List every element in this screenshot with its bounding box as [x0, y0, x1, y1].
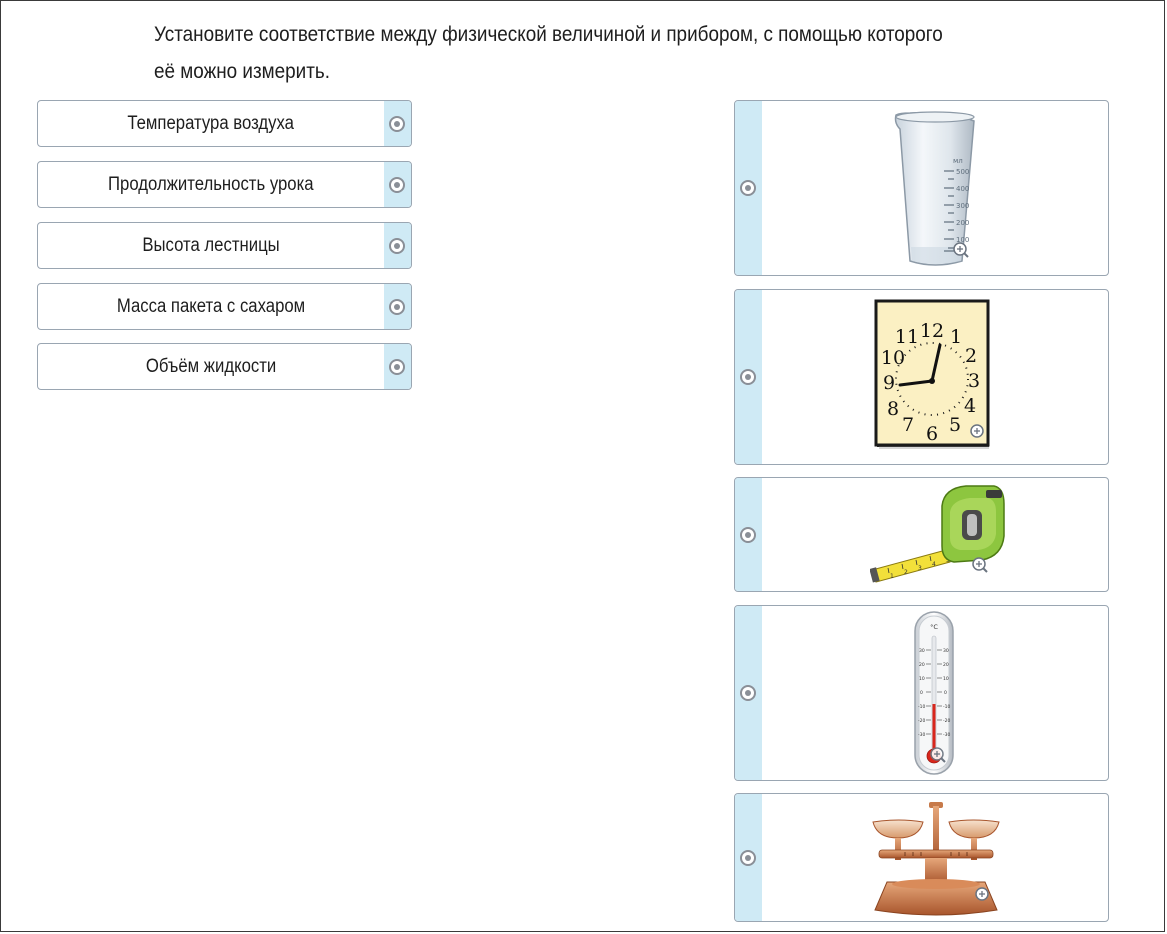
svg-text:20: 20	[919, 662, 925, 668]
svg-text:1: 1	[950, 326, 962, 348]
svg-text:мл: мл	[953, 157, 963, 165]
question-line-2: её можно измерить.	[154, 60, 330, 83]
connector-radio-icon[interactable]	[740, 369, 756, 385]
svg-text:-10: -10	[918, 704, 925, 710]
left-item-label: Высота лестницы	[142, 234, 280, 256]
svg-text:-30: -30	[918, 732, 925, 738]
svg-text:10: 10	[943, 676, 949, 682]
connector-strip	[384, 223, 411, 268]
left-item-label: Температура воздуха	[127, 112, 295, 134]
svg-text:500: 500	[956, 168, 969, 176]
svg-text:20: 20	[943, 662, 949, 668]
balance-scale-icon	[872, 802, 1000, 916]
connector-radio-icon[interactable]	[740, 526, 756, 543]
connector-strip	[735, 794, 762, 921]
svg-text:10: 10	[919, 676, 925, 682]
left-item-label: Продолжительность урока	[108, 173, 314, 195]
svg-text:4: 4	[932, 561, 936, 568]
svg-text:-20: -20	[943, 718, 950, 724]
svg-text:5: 5	[949, 414, 961, 436]
right-item-measuring-cup[interactable]: мл 500 400 300 200 100 50	[734, 100, 1109, 276]
svg-text:9: 9	[883, 372, 895, 394]
thermometer-icon: °C 30 30 20 20 10 10 0 0 -10 -10 -20 -20 -30 -3…	[914, 611, 954, 775]
connector-radio-icon[interactable]	[740, 180, 756, 196]
wall-clock-icon: 12 1 2 3 4 5 6 7 8 9 10 11	[874, 299, 990, 449]
question-text: Установите соответствие между физической…	[154, 16, 946, 90]
svg-text:6: 6	[926, 423, 938, 445]
svg-text:300: 300	[956, 202, 969, 210]
connector-radio-icon[interactable]	[389, 298, 405, 315]
question-line-1: Установите соответствие между физической…	[154, 23, 943, 46]
connector-strip	[384, 284, 411, 329]
tape-measure-icon: 1 2 3 4 5	[870, 485, 1005, 583]
svg-text:400: 400	[956, 185, 969, 193]
right-item-clock[interactable]: 12 1 2 3 4 5 6 7 8 9 10 11	[734, 289, 1109, 465]
right-item-tape-measure[interactable]: 1 2 3 4 5	[734, 477, 1109, 592]
svg-text:8: 8	[887, 398, 899, 420]
svg-text:10: 10	[881, 347, 905, 369]
svg-text:0: 0	[944, 690, 947, 696]
left-item-label: Объём жидкости	[145, 355, 277, 377]
connector-strip	[735, 478, 762, 591]
connector-strip	[735, 290, 762, 464]
left-item-label: Масса пакета с сахаром	[116, 295, 306, 317]
left-item-liquid-volume[interactable]: Объём жидкости	[37, 343, 412, 390]
svg-text:7: 7	[902, 414, 914, 436]
left-item-sugar-mass[interactable]: Масса пакета с сахаром	[37, 283, 412, 330]
connector-strip	[384, 101, 411, 146]
svg-text:-10: -10	[943, 704, 950, 710]
svg-text:30: 30	[943, 648, 949, 654]
svg-text:3: 3	[918, 565, 922, 572]
svg-text:11: 11	[895, 326, 919, 348]
connector-radio-icon[interactable]	[740, 685, 756, 701]
right-item-thermometer[interactable]: °C 30 30 20 20 10 10 0 0 -10 -10 -20 -20 -30 -3…	[734, 605, 1109, 781]
svg-text:30: 30	[919, 648, 925, 654]
svg-text:2: 2	[904, 569, 908, 576]
connector-strip	[735, 606, 762, 780]
zoom-icon	[975, 887, 989, 901]
left-item-lesson-duration[interactable]: Продолжительность урока	[37, 161, 412, 208]
connector-radio-icon[interactable]	[389, 115, 405, 132]
zoom-icon	[972, 557, 988, 573]
connector-strip	[735, 101, 762, 275]
svg-text:-20: -20	[918, 718, 925, 724]
left-item-stair-height[interactable]: Высота лестницы	[37, 222, 412, 269]
right-item-balance-scale[interactable]	[734, 793, 1109, 922]
connector-strip	[384, 162, 411, 207]
svg-text:4: 4	[964, 395, 976, 417]
svg-text:3: 3	[968, 370, 980, 392]
connector-radio-icon[interactable]	[389, 358, 405, 375]
svg-text:1: 1	[890, 573, 894, 580]
connector-radio-icon[interactable]	[389, 237, 405, 254]
svg-text:200: 200	[956, 219, 969, 227]
connector-strip	[384, 344, 411, 389]
measuring-cup-icon: мл 500 400 300 200 100 50	[894, 111, 975, 266]
svg-text:0: 0	[920, 690, 923, 696]
svg-text:2: 2	[965, 345, 977, 367]
connector-radio-icon[interactable]	[389, 176, 405, 193]
zoom-icon	[970, 424, 984, 438]
connector-radio-icon[interactable]	[740, 849, 756, 866]
svg-text:-30: -30	[943, 732, 950, 738]
svg-text:12: 12	[920, 320, 944, 342]
svg-text:°C: °C	[930, 623, 938, 631]
left-item-air-temperature[interactable]: Температура воздуха	[37, 100, 412, 147]
